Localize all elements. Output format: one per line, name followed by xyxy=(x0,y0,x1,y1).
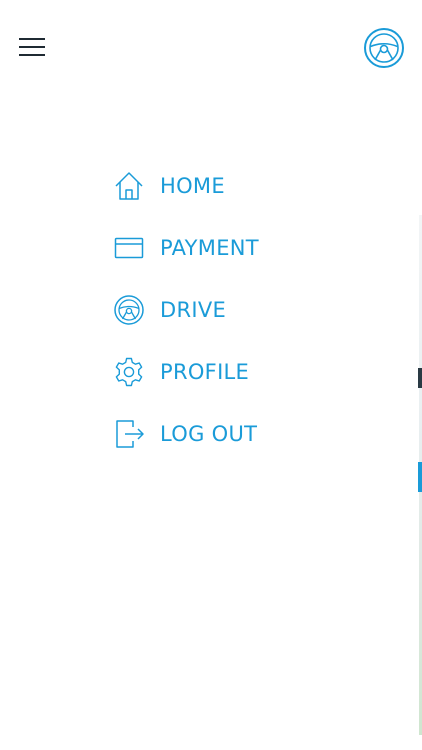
underlying-screen-mark xyxy=(418,462,422,492)
hamburger-line xyxy=(19,38,45,40)
steering-wheel-icon xyxy=(364,28,404,68)
hamburger-line xyxy=(19,54,45,56)
menu-item-logout[interactable]: LOG OUT xyxy=(112,403,392,465)
logout-icon xyxy=(112,417,146,451)
credit-card-icon xyxy=(112,231,146,265)
menu-item-payment[interactable]: PAYMENT xyxy=(112,217,392,279)
steering-wheel-button[interactable] xyxy=(363,27,405,69)
side-menu: HOME PAYMENT DRIVE PROFILE LOG OUT xyxy=(112,155,392,465)
menu-item-label: LOG OUT xyxy=(160,422,258,446)
hamburger-menu-button[interactable] xyxy=(19,38,45,56)
house-icon xyxy=(112,169,146,203)
menu-item-label: PAYMENT xyxy=(160,236,259,260)
hamburger-line xyxy=(19,46,45,48)
menu-item-label: PROFILE xyxy=(160,360,250,384)
menu-item-label: DRIVE xyxy=(160,298,227,322)
menu-item-profile[interactable]: PROFILE xyxy=(112,341,392,403)
steering-wheel-icon xyxy=(112,293,146,327)
underlying-screen-mark xyxy=(418,368,422,388)
menu-item-drive[interactable]: DRIVE xyxy=(112,279,392,341)
menu-item-label: HOME xyxy=(160,174,225,198)
gear-icon xyxy=(112,355,146,389)
menu-item-home[interactable]: HOME xyxy=(112,155,392,217)
